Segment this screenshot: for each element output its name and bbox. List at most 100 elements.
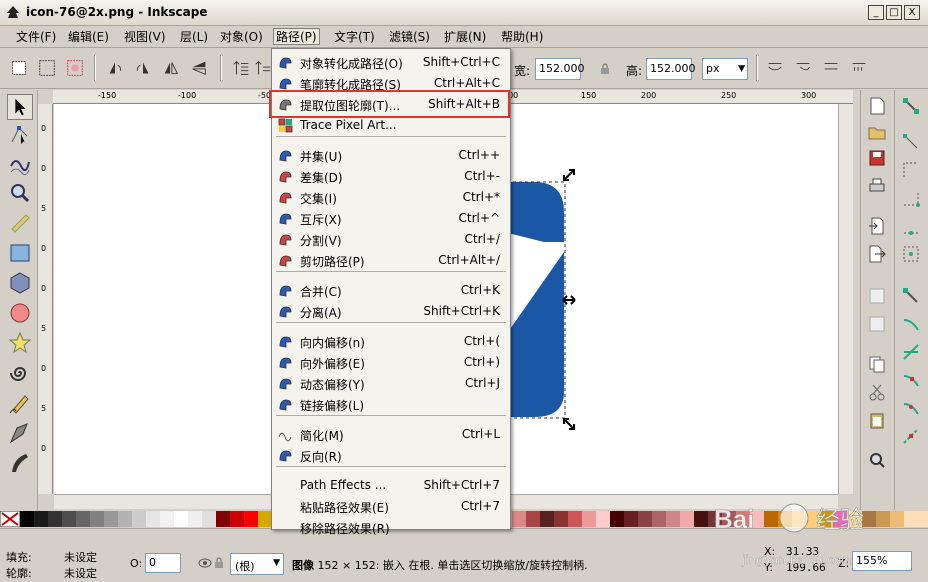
undo-icon[interactable] [867,286,887,306]
move-patterns-icon[interactable] [848,57,870,79]
rotate-ccw-icon[interactable] [104,57,126,79]
vertical-scrollbar[interactable] [838,104,853,494]
menu-item-exclusion[interactable]: 互斥(X) Ctrl+^ [274,208,508,229]
tweak-tool-icon[interactable] [7,150,33,176]
menu-object[interactable]: 对象(O) [218,29,265,46]
menu-item-combine[interactable]: 合并(C) Ctrl+K [274,280,508,301]
menu-item-object-to-path[interactable]: 对象转化成路径(O) Shift+Ctrl+C [274,52,508,73]
menu-item-reverse[interactable]: 反向(R) [274,445,508,466]
menu-item-outset[interactable]: 向外偏移(E) Ctrl+) [274,352,508,373]
menu-item-path-effect-20[interactable]: 移除路径效果(R) [274,517,508,538]
menu-item-inset[interactable]: 向内偏移(n) Ctrl+( [274,331,508,352]
menu-text[interactable]: 文字(T) [332,29,377,46]
menu-path[interactable]: 路径(P) [273,28,320,45]
node-tool-icon[interactable] [7,122,33,148]
exclusion-icon [279,213,292,225]
menu-item-trace-pixel-art[interactable]: Trace Pixel Art... [274,115,508,136]
paste-icon[interactable] [867,410,887,430]
select-all-icon[interactable] [8,57,30,79]
flip-vertical-icon[interactable] [188,57,210,79]
cut-icon[interactable] [867,382,887,402]
fill-value[interactable]: 未设定 [64,549,97,565]
export-icon[interactable] [867,244,887,264]
scale-corners-icon[interactable] [792,57,814,79]
maximize-button[interactable]: □ [886,5,902,20]
lock-icon[interactable] [599,63,611,75]
star-tool-icon[interactable] [7,330,33,356]
scale-stroke-icon[interactable] [764,57,786,79]
menu-item-cut-path[interactable]: 剪切路径(P) Ctrl+Alt+/ [274,250,508,271]
menu-item-path-effect-19[interactable]: 粘贴路径效果(E) Ctrl+7 [274,496,508,517]
menu-item-difference[interactable]: 差集(D) Ctrl+- [274,166,508,187]
selector-tool-icon[interactable] [7,94,33,120]
scale-handle-icon[interactable] [562,294,576,306]
import-icon[interactable] [867,216,887,236]
stroke-value[interactable]: 未设定 [64,565,97,581]
menu-item-intersection[interactable]: 交集(I) Ctrl+* [274,187,508,208]
scale-handle-icon[interactable] [562,417,576,431]
menu-item-union[interactable]: 并集(U) Ctrl++ [274,145,508,166]
deselect-icon[interactable] [64,57,86,79]
snap-smooth-nodes-icon[interactable] [901,370,921,390]
open-icon[interactable] [867,122,887,142]
raise-to-top-icon[interactable] [230,57,252,79]
height-field[interactable]: 152.000 [646,58,696,80]
measure-tool-icon[interactable] [7,210,33,236]
menu-item-break-apart[interactable]: 分离(A) Shift+Ctrl+K [274,301,508,322]
menu-item-division[interactable]: 分割(V) Ctrl+/ [274,229,508,250]
pencil-tool-icon[interactable] [7,390,33,416]
snap-midpoints-icon[interactable] [901,398,921,418]
snap-bbox-midpoint-icon[interactable] [901,216,921,236]
opacity-field[interactable]: 0 [145,553,181,573]
spiral-tool-icon[interactable] [7,360,33,386]
calligraphy-tool-icon[interactable] [7,450,33,476]
copy-icon[interactable] [867,354,887,374]
3d-box-tool-icon[interactable] [7,270,33,296]
snap-bbox-corner-icon[interactable] [901,188,921,208]
snap-bbox-center-icon[interactable] [901,244,921,264]
rectangle-tool-icon[interactable] [7,240,33,266]
print-icon[interactable] [867,176,887,196]
scale-handle-icon[interactable] [562,168,576,182]
snap-intersection-icon[interactable] [901,342,921,362]
layer-select[interactable]: (根) ▼ [230,553,284,575]
snap-path-icon[interactable] [901,314,921,334]
snap-bbox-edge-icon[interactable] [901,160,921,180]
menu-item-shortcut: Ctrl+( [463,334,500,348]
menu-extensions[interactable]: 扩展(N) [442,29,488,46]
snap-centers-icon[interactable] [901,426,921,446]
menu-file[interactable]: 文件(F) [14,29,58,46]
new-document-icon[interactable] [867,96,887,116]
rotate-cw-icon[interactable] [132,57,154,79]
eye-icon[interactable] [198,557,212,569]
redo-icon[interactable] [867,314,887,334]
menu-item-dynamic-offset[interactable]: 动态偏移(Y) Ctrl+J [274,373,508,394]
minimize-button[interactable]: _ [868,5,884,20]
menu-item-linked-offset[interactable]: 链接偏移(L) [274,394,508,415]
lock-layer-icon[interactable] [214,557,224,569]
inset-icon [279,336,292,348]
pen-tool-icon[interactable] [7,420,33,446]
menu-help[interactable]: 帮助(H) [499,29,545,46]
unit-select[interactable]: px ▼ [702,58,748,80]
save-icon[interactable] [867,148,887,168]
ellipse-tool-icon[interactable] [7,300,33,326]
snap-bbox-icon[interactable] [901,132,921,152]
snap-nodes-icon[interactable] [901,286,921,306]
zoom-tool-icon[interactable] [7,180,33,206]
close-button[interactable]: X [904,5,920,20]
width-field[interactable]: 152.000 [535,58,585,80]
move-gradients-icon[interactable] [820,57,842,79]
menu-item-simplify[interactable]: 简化(M) Ctrl+L [274,424,508,445]
zoom-icon[interactable] [867,450,887,470]
menu-item-path-effect-18[interactable]: Path Effects ... Shift+Ctrl+7 [274,475,508,496]
menu-filters[interactable]: 滤镜(S) [387,29,432,46]
flip-horizontal-icon[interactable] [160,57,182,79]
menu-view[interactable]: 视图(V) [122,29,168,46]
menu-item-label: 分离(A) [300,306,342,320]
select-all-layers-icon[interactable] [36,57,58,79]
menu-layer[interactable]: 层(L) [178,29,210,46]
opacity-label: O: [130,557,143,570]
menu-edit[interactable]: 编辑(E) [66,29,111,46]
snap-enable-icon[interactable] [901,96,921,116]
